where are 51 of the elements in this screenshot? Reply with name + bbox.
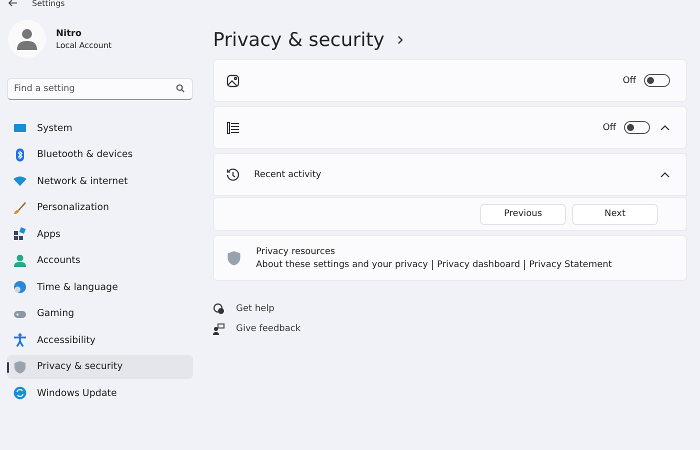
- nav-item[interactable]: Personalization: [7, 196, 193, 220]
- page-title: Privacy & security: [213, 29, 385, 51]
- search-icon: [176, 84, 185, 93]
- back-icon[interactable]: [8, 0, 18, 7]
- setting-card[interactable]: Off: [213, 106, 687, 149]
- toggle-switch[interactable]: [624, 121, 650, 134]
- search-field[interactable]: Find a setting: [7, 78, 193, 100]
- resources-title: Privacy resources: [256, 246, 336, 256]
- chevron-right-icon: [396, 35, 404, 45]
- toggle-state-label: Off: [622, 76, 636, 86]
- history-icon: [226, 168, 240, 182]
- nav-item[interactable]: Time & language: [7, 275, 193, 300]
- refresh-icon: [13, 386, 27, 400]
- nav-item[interactable]: Bluetooth & devices: [7, 142, 193, 167]
- nav-item[interactable]: Network & internet: [7, 169, 193, 194]
- wifi-icon: [13, 174, 27, 188]
- pager-button[interactable]: Previous: [480, 204, 566, 224]
- accessibility-icon: [13, 333, 27, 348]
- person-icon: [13, 254, 27, 268]
- avatar-icon: [8, 20, 46, 58]
- nav-item[interactable]: Windows Update: [7, 381, 193, 406]
- brush-icon: [13, 200, 27, 215]
- toggle-state-label: Off: [602, 122, 616, 132]
- account-type: Local Account: [56, 40, 112, 50]
- nav-item[interactable]: Accessibility: [7, 328, 193, 352]
- nav-item[interactable]: System: [7, 116, 193, 140]
- pager-button[interactable]: Next: [572, 204, 658, 224]
- nav-item[interactable]: Gaming: [7, 302, 193, 326]
- list-icon: [226, 120, 240, 134]
- chevron-icon[interactable]: [660, 172, 670, 178]
- privacy-link[interactable]: Privacy Statement: [529, 260, 612, 270]
- globe-icon: [13, 280, 27, 294]
- setting-label: Recent activity: [254, 170, 322, 180]
- chevron-icon[interactable]: [660, 124, 670, 130]
- bluetooth-icon: [13, 148, 27, 162]
- setting-card[interactable]: Off: [213, 59, 687, 102]
- privacy-link[interactable]: Privacy dashboard: [437, 260, 520, 270]
- account-name: Nitro: [56, 28, 83, 38]
- help-link[interactable]: Get help: [236, 304, 274, 314]
- nav-item[interactable]: Apps: [7, 222, 193, 246]
- privacy-link[interactable]: About these settings and your privacy: [256, 260, 428, 270]
- apps-icon: [13, 227, 27, 242]
- nav-item[interactable]: Privacy & security: [7, 354, 193, 379]
- feedback-icon: [213, 323, 225, 335]
- shield-icon: [13, 360, 27, 374]
- setting-card[interactable]: Recent activity: [213, 153, 687, 196]
- image-icon: [226, 74, 240, 88]
- shield-icon: [226, 250, 242, 266]
- help-link[interactable]: Give feedback: [236, 324, 301, 334]
- toggle-switch[interactable]: [644, 74, 670, 87]
- nav-item[interactable]: Accounts: [7, 248, 193, 273]
